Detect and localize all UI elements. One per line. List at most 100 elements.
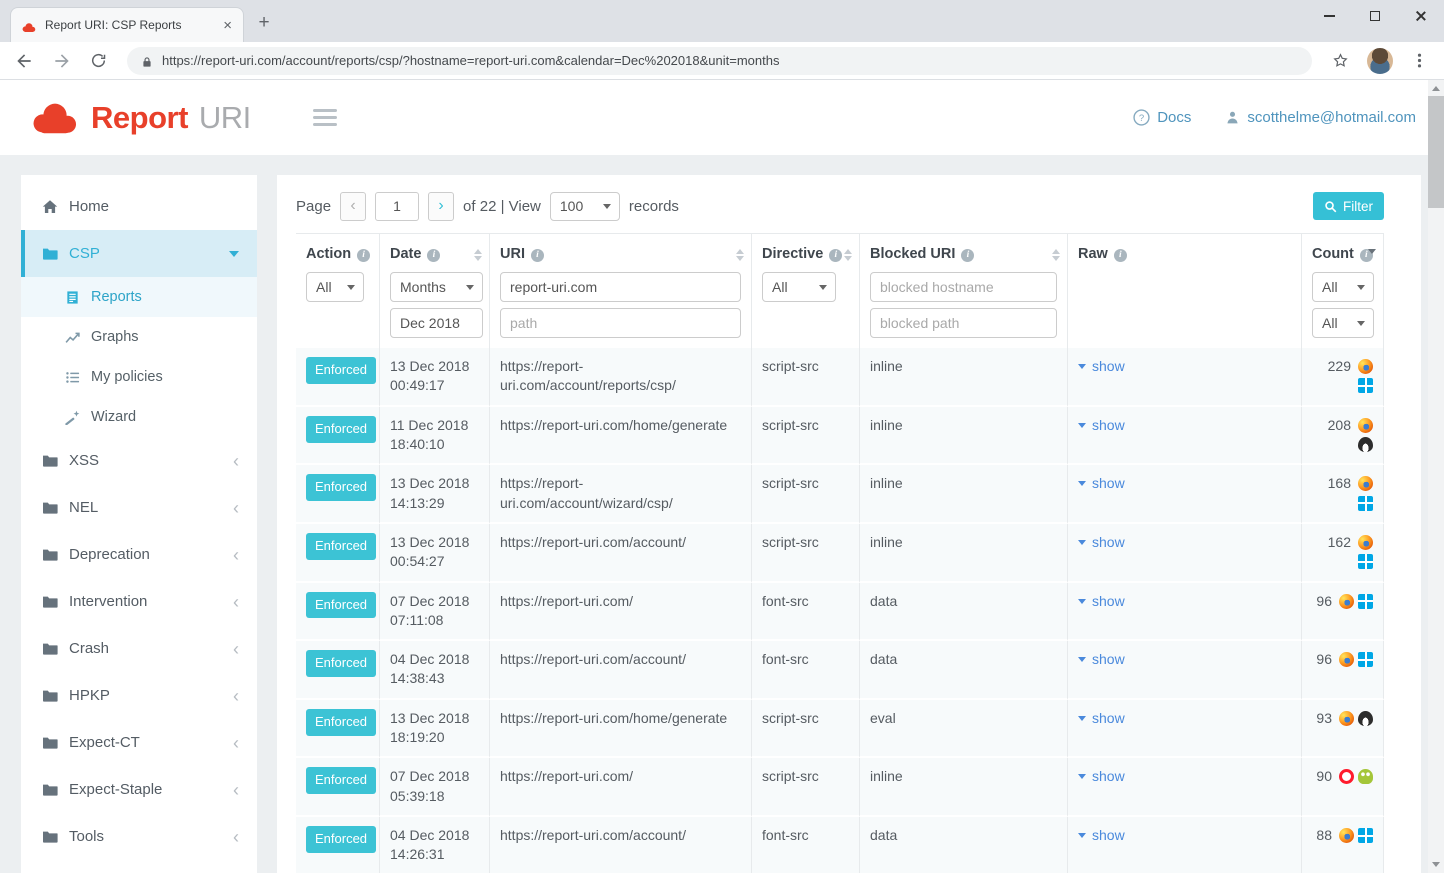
forward-icon[interactable]	[52, 51, 72, 71]
action-cell: Enforced	[296, 641, 380, 700]
next-page-button[interactable]: ›	[428, 192, 454, 221]
page-label: Page	[296, 198, 331, 215]
action-cell: Enforced	[296, 465, 380, 524]
browser-toolbar: https://report-uri.com/account/reports/c…	[0, 42, 1444, 80]
sidebar-item-nel[interactable]: NEL	[21, 484, 257, 531]
filter-button[interactable]: Filter	[1313, 192, 1384, 220]
address-bar[interactable]: https://report-uri.com/account/reports/c…	[127, 47, 1312, 75]
show-raw-link[interactable]: show	[1078, 651, 1125, 667]
info-icon[interactable]	[829, 249, 842, 262]
sidebar-item-hpkp[interactable]: HPKP	[21, 672, 257, 719]
firefox-icon	[1339, 711, 1354, 726]
blocked-path-input[interactable]	[870, 308, 1057, 338]
sort-icon[interactable]	[844, 249, 852, 261]
page-number-input[interactable]	[375, 192, 419, 221]
account-link[interactable]: scotthelme@hotmail.com	[1225, 109, 1416, 126]
uri-hostname-input[interactable]	[500, 272, 741, 302]
sort-icon[interactable]	[474, 249, 482, 261]
action-badge: Enforced	[306, 592, 376, 619]
report-uri-logo[interactable]: Report URI	[28, 100, 251, 136]
raw-cell: show	[1068, 348, 1302, 407]
action-badge: Enforced	[306, 650, 376, 677]
action-filter-select[interactable]: All	[306, 272, 364, 302]
maximize-button[interactable]	[1352, 0, 1398, 32]
info-icon[interactable]	[531, 249, 544, 262]
show-raw-link[interactable]: show	[1078, 358, 1125, 374]
tab-close-icon[interactable]: ×	[220, 18, 235, 33]
show-raw-link[interactable]: show	[1078, 710, 1125, 726]
action-cell: Enforced	[296, 524, 380, 583]
report-row: Enforced13 Dec 201818:19:20https://repor…	[296, 700, 1384, 759]
blocked-uri-cell: data	[860, 641, 1068, 700]
sidebar-item-tools[interactable]: Tools	[21, 813, 257, 860]
profile-avatar[interactable]	[1367, 48, 1393, 74]
info-icon[interactable]	[427, 249, 440, 262]
sort-desc-icon[interactable]	[1368, 254, 1376, 270]
url-text: https://report-uri.com/account/reports/c…	[162, 53, 779, 68]
prev-page-button[interactable]: ‹	[340, 192, 366, 221]
sidebar-item-csp[interactable]: CSP	[21, 230, 257, 277]
blocked-uri-cell: data	[860, 583, 1068, 642]
menu-toggle[interactable]	[309, 105, 341, 130]
raw-cell: show	[1068, 641, 1302, 700]
folder-icon	[42, 829, 58, 845]
action-badge: Enforced	[306, 767, 376, 794]
blocked-uri-cell: data	[860, 817, 1068, 873]
blocked-hostname-input[interactable]	[870, 272, 1057, 302]
browser-menu-icon[interactable]	[1411, 52, 1428, 69]
refresh-icon[interactable]	[90, 52, 107, 69]
sidebar-item-home[interactable]: Home	[21, 183, 257, 230]
count-value: 88	[1316, 827, 1332, 843]
sort-icon[interactable]	[736, 249, 744, 261]
bookmark-star-icon[interactable]	[1332, 52, 1349, 69]
sidebar-item-deprecation[interactable]: Deprecation	[21, 531, 257, 578]
info-icon[interactable]	[357, 249, 370, 262]
show-raw-link[interactable]: show	[1078, 417, 1125, 433]
info-icon[interactable]	[1114, 249, 1127, 262]
show-raw-link[interactable]: show	[1078, 827, 1125, 843]
directive-filter-select[interactable]: All	[762, 272, 836, 302]
blocked-uri-cell: inline	[860, 465, 1068, 524]
sidebar-item-crash[interactable]: Crash	[21, 625, 257, 672]
sidebar-item-expect-staple[interactable]: Expect-Staple	[21, 766, 257, 813]
records-per-page-select[interactable]: 100	[550, 192, 620, 221]
docs-link[interactable]: ? Docs	[1133, 109, 1191, 126]
raw-cell: show	[1068, 700, 1302, 759]
sidebar-item-graphs[interactable]: Graphs	[21, 317, 257, 357]
show-raw-link[interactable]: show	[1078, 593, 1125, 609]
sidebar-item-label: Crash	[69, 640, 109, 657]
report-row: Enforced07 Dec 201807:11:08https://repor…	[296, 583, 1384, 642]
scroll-down-icon[interactable]	[1428, 857, 1444, 873]
date-unit-select[interactable]: Months	[390, 272, 483, 302]
back-icon[interactable]	[14, 51, 34, 71]
date-filter-input[interactable]	[390, 308, 483, 338]
new-tab-button[interactable]: +	[250, 8, 278, 38]
sidebar-item-expect-ct[interactable]: Expect-CT	[21, 719, 257, 766]
sidebar-item-my-policies[interactable]: My policies	[21, 357, 257, 397]
graphs-icon	[65, 330, 80, 345]
sidebar-item-wizard[interactable]: Wizard	[21, 397, 257, 437]
browser-tab[interactable]: Report URI: CSP Reports ×	[10, 7, 244, 42]
info-icon[interactable]	[961, 249, 974, 262]
sort-icon[interactable]	[1052, 249, 1060, 261]
page-scrollbar[interactable]	[1428, 80, 1444, 873]
count-filter-select-top[interactable]: All	[1312, 272, 1374, 302]
show-raw-link[interactable]: show	[1078, 475, 1125, 491]
close-window-button[interactable]	[1398, 0, 1444, 32]
browser-window: Report URI: CSP Reports × + https://repo…	[0, 0, 1444, 873]
sidebar-item-setup[interactable]: Setup	[21, 860, 257, 873]
sidebar-item-reports[interactable]: Reports	[21, 277, 257, 317]
show-raw-link[interactable]: show	[1078, 768, 1125, 784]
uri-path-input[interactable]	[500, 308, 741, 338]
sidebar-item-intervention[interactable]: Intervention	[21, 578, 257, 625]
chevron-left-icon	[233, 452, 239, 470]
scrollbar-thumb[interactable]	[1428, 96, 1444, 208]
count-filter-select-bottom[interactable]: All	[1312, 308, 1374, 338]
show-raw-link[interactable]: show	[1078, 534, 1125, 550]
raw-cell: show	[1068, 583, 1302, 642]
report-row: Enforced13 Dec 201814:13:29https://repor…	[296, 465, 1384, 524]
sidebar-item-xss[interactable]: XSS	[21, 437, 257, 484]
minimize-button[interactable]	[1306, 0, 1352, 32]
scroll-up-icon[interactable]	[1428, 80, 1444, 96]
uri-cell: https://report-uri.com/	[490, 583, 752, 642]
